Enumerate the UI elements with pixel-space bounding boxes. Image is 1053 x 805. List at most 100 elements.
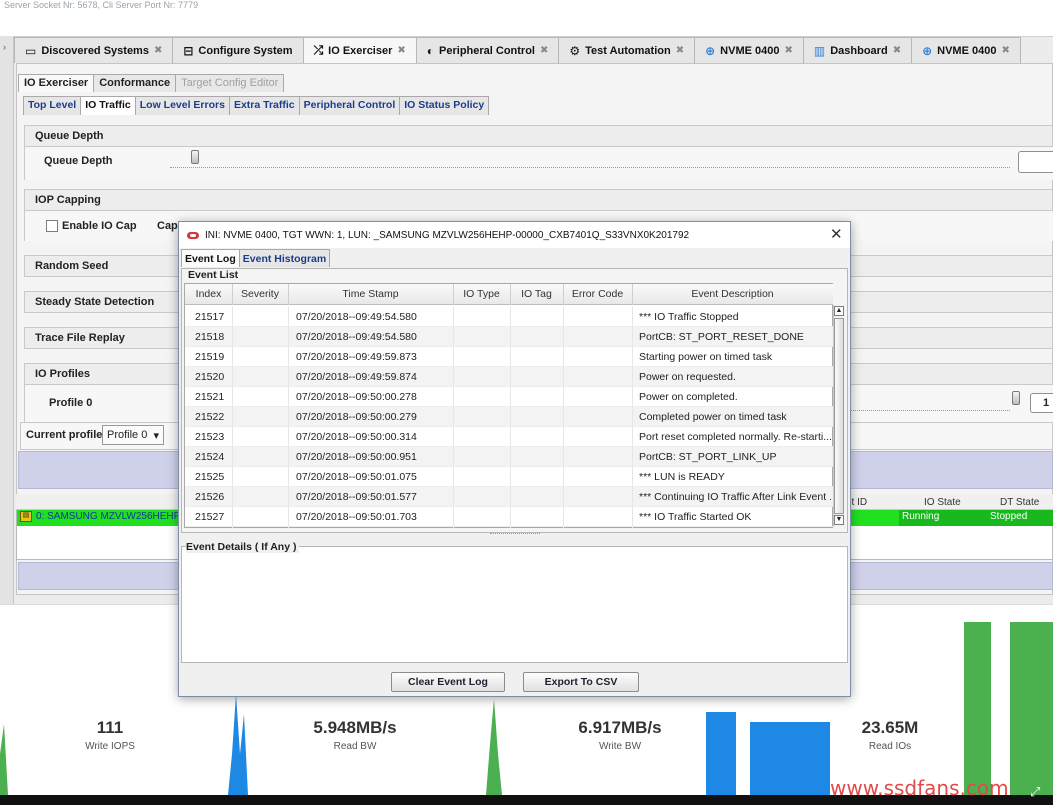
tab-discovered-systems[interactable]: ▭ Discovered Systems ✖ xyxy=(14,37,174,63)
cell-timestamp: 07/20/2018--09:50:00.279 xyxy=(296,411,417,423)
table-row[interactable]: 21524 07/20/2018--09:50:00.951 PortCB: S… xyxy=(185,447,833,467)
table-row[interactable]: 21527 07/20/2018--09:50:01.703 *** IO Tr… xyxy=(185,507,833,527)
cell-index: 21526 xyxy=(195,491,225,503)
tab-dashboard[interactable]: ▥ Dashboard ✖ xyxy=(802,37,913,63)
tab-conformance[interactable]: Conformance xyxy=(93,74,177,92)
dialog-title: INI: NVME 0400, TGT WWN: 1, LUN: _SAMSUN… xyxy=(205,229,690,241)
tab-nvme-0400-2[interactable]: ⊕ NVME 0400 ✖ xyxy=(911,37,1021,63)
kpi-write-iops-value: 111 xyxy=(96,718,124,737)
cell-index: 21520 xyxy=(195,371,225,383)
col-time-stamp[interactable]: Time Stamp xyxy=(288,288,453,300)
table-row[interactable]: 21522 07/20/2018--09:50:00.279 Completed… xyxy=(185,407,833,427)
bar-green-1 xyxy=(964,622,991,795)
col-event-description[interactable]: Event Description xyxy=(632,288,833,300)
bar-blue-2 xyxy=(750,722,830,795)
column-separator xyxy=(232,284,233,305)
tab-peripheral-control-sub[interactable]: Peripheral Control xyxy=(298,96,401,115)
tab-nvme-0400[interactable]: ⊕ NVME 0400 ✖ xyxy=(694,37,804,63)
scroll-down-icon[interactable]: ▼ xyxy=(834,515,844,525)
tab-peripheral-control[interactable]: ◐ Peripheral Control ✖ xyxy=(415,37,560,63)
tab-label: Discovered Systems xyxy=(41,44,149,57)
tab-top-level[interactable]: Top Level xyxy=(23,96,82,115)
tab-test-automation[interactable]: ⚙ Test Automation ✖ xyxy=(558,37,696,63)
io-state-header: IO State xyxy=(924,497,961,508)
profile-0-slider[interactable] xyxy=(850,403,1010,411)
queue-depth-slider-thumb[interactable] xyxy=(191,150,199,164)
tab-event-histogram[interactable]: Event Histogram xyxy=(238,249,331,267)
cell-description: *** IO Traffic Stopped xyxy=(639,311,739,323)
kpi-read-bw-label: Read BW xyxy=(333,741,377,752)
sparkline-green-1 xyxy=(486,699,502,795)
dt-state-header: DT State xyxy=(1000,497,1040,508)
table-row[interactable]: 21520 07/20/2018--09:49:59.874 Power on … xyxy=(185,367,833,387)
close-icon[interactable]: ✖ xyxy=(154,45,162,56)
scrollbar-thumb[interactable] xyxy=(834,318,844,514)
tab-io-exerciser-sub[interactable]: IO Exerciser xyxy=(18,74,95,92)
io-state-cell: Running xyxy=(899,510,987,526)
cell-description: PortCB: ST_PORT_LINK_UP xyxy=(639,451,777,463)
column-separator xyxy=(563,284,564,305)
close-icon[interactable]: ✖ xyxy=(397,45,405,56)
close-icon[interactable]: ✖ xyxy=(893,45,901,56)
table-row[interactable]: 21525 07/20/2018--09:50:01.075 *** LUN i… xyxy=(185,467,833,487)
table-row[interactable]: 21517 07/20/2018--09:49:54.580 *** IO Tr… xyxy=(185,307,833,327)
close-icon[interactable]: ✕ xyxy=(830,225,843,243)
column-separator xyxy=(510,306,511,528)
bar-green-2 xyxy=(1010,622,1053,795)
table-row[interactable]: 21518 07/20/2018--09:49:54.580 PortCB: S… xyxy=(185,327,833,347)
tab-configure-system[interactable]: ⊟ Configure System xyxy=(172,37,304,63)
enable-io-cap-checkbox[interactable]: Enable IO Cap xyxy=(46,220,137,232)
bar-blue-1 xyxy=(706,712,736,795)
kpi-read-bw-value: 5.948MB/s xyxy=(313,718,397,737)
expand-icon[interactable]: ⤢ xyxy=(1030,784,1040,800)
event-details-area[interactable] xyxy=(181,546,848,663)
cell-index: 21522 xyxy=(195,411,225,423)
scroll-up-icon[interactable]: ▲ xyxy=(834,306,844,316)
col-index[interactable]: Index xyxy=(185,288,232,300)
chevron-down-icon: ▾ xyxy=(153,430,159,442)
kpi-read-ios-label: Read IOs xyxy=(868,741,912,752)
cell-timestamp: 07/20/2018--09:50:00.278 xyxy=(296,391,417,403)
col-io-tag[interactable]: IO Tag xyxy=(510,288,563,300)
tab-event-log[interactable]: Event Log xyxy=(181,249,240,267)
tab-io-traffic[interactable]: IO Traffic xyxy=(80,96,136,115)
queue-depth-slider[interactable] xyxy=(170,158,1010,168)
tab-label: NVME 0400 xyxy=(937,44,997,57)
tab-label: Configure System xyxy=(198,44,293,57)
table-row[interactable]: 21523 07/20/2018--09:50:00.314 Port rese… xyxy=(185,427,833,447)
iop-capping-header[interactable]: IOP Capping xyxy=(24,189,1053,211)
tab-io-exerciser[interactable]: ⤮ IO Exerciser ✖ xyxy=(302,37,417,63)
table-row[interactable]: 21526 07/20/2018--09:50:01.577 *** Conti… xyxy=(185,487,833,507)
cell-description: Starting power on timed task xyxy=(639,351,773,363)
splitter-handle[interactable] xyxy=(490,533,540,539)
column-separator xyxy=(232,306,233,528)
tab-io-status-policy[interactable]: IO Status Policy xyxy=(399,96,490,115)
close-icon[interactable]: ✖ xyxy=(784,45,792,56)
target-row-label[interactable]: ▤ 0: SAMSUNG MZVLW256HEHF xyxy=(20,511,180,522)
profile-0-slider-thumb[interactable] xyxy=(1012,391,1020,405)
queue-depth-input[interactable] xyxy=(1018,151,1053,173)
export-to-csv-button[interactable]: Export To CSV xyxy=(523,672,639,692)
cell-timestamp: 07/20/2018--09:49:54.580 xyxy=(296,311,417,323)
close-icon[interactable]: ✖ xyxy=(540,45,548,56)
tab-extra-traffic[interactable]: Extra Traffic xyxy=(228,96,300,115)
col-error-code[interactable]: Error Code xyxy=(563,288,632,300)
gutter-arrow-icon[interactable]: › xyxy=(3,42,6,52)
table-row[interactable]: 21519 07/20/2018--09:49:59.873 Starting … xyxy=(185,347,833,367)
current-profile-select[interactable]: Profile 0 ▾ xyxy=(102,425,164,445)
close-icon[interactable]: ✖ xyxy=(676,45,684,56)
dialog-title-bar[interactable]: INI: NVME 0400, TGT WWN: 1, LUN: _SAMSUN… xyxy=(179,222,850,248)
clear-event-log-button[interactable]: Clear Event Log xyxy=(391,672,505,692)
table-row[interactable]: 21521 07/20/2018--09:50:00.278 Power on … xyxy=(185,387,833,407)
cell-index: 21524 xyxy=(195,451,225,463)
column-separator xyxy=(632,306,633,528)
col-io-type[interactable]: IO Type xyxy=(453,288,510,300)
checkbox-box[interactable] xyxy=(46,220,58,232)
profile-0-input[interactable]: 1 xyxy=(1030,393,1053,413)
col-severity[interactable]: Severity xyxy=(232,288,288,300)
queue-depth-header[interactable]: Queue Depth xyxy=(24,125,1053,147)
monitor-icon: ▭ xyxy=(25,43,37,58)
close-icon[interactable]: ✖ xyxy=(1001,45,1009,56)
tab-low-level-errors[interactable]: Low Level Errors xyxy=(134,96,230,115)
column-separator xyxy=(288,306,289,528)
